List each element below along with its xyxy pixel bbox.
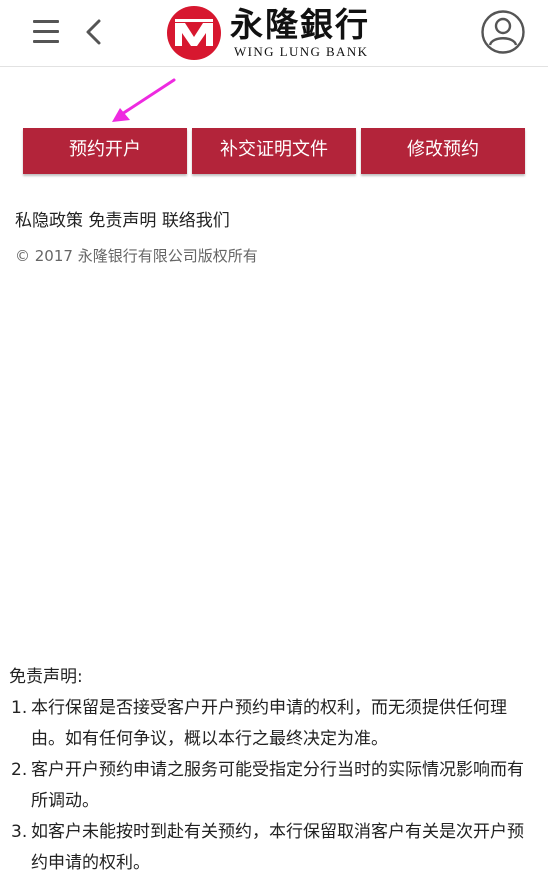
bank-name-english: WING LUNG BANK bbox=[234, 44, 369, 59]
hamburger-menu-icon[interactable] bbox=[33, 20, 59, 43]
list-number: 1. bbox=[11, 698, 28, 718]
disclaimer-link[interactable]: 免责声明 bbox=[88, 211, 156, 231]
action-button-row: 预约开户 补交证明文件 修改预约 bbox=[23, 128, 525, 174]
annotation-arrow-icon bbox=[112, 78, 176, 122]
disclaimer-item: 3. 如客户未能按时到赴有关预约，本行保留取消客户有关是次开户预约申请的权利。 bbox=[9, 817, 539, 878]
privacy-policy-link[interactable]: 私隐政策 bbox=[15, 211, 83, 231]
chevron-left-icon[interactable] bbox=[84, 18, 104, 46]
submit-documents-button[interactable]: 补交证明文件 bbox=[192, 128, 356, 174]
disclaimer-item-text: 本行保留是否接受客户开户预约申请的权利，而无须提供任何理由。如有任何争议，概以本… bbox=[31, 698, 507, 749]
app-header: 永隆銀行 WING LUNG BANK bbox=[0, 0, 548, 67]
bank-name-chinese: 永隆銀行 bbox=[230, 5, 370, 44]
disclaimer-item-text: 如客户未能按时到赴有关预约，本行保留取消客户有关是次开户预约申请的权利。 bbox=[31, 822, 524, 873]
footer-links: 私隐政策 免责声明 联络我们 bbox=[15, 206, 230, 231]
book-account-opening-button[interactable]: 预约开户 bbox=[23, 128, 187, 174]
copyright-text: © 2017 永隆银行有限公司版权所有 bbox=[15, 247, 258, 265]
list-number: 2. bbox=[11, 760, 28, 780]
list-number: 3. bbox=[11, 822, 28, 842]
disclaimer-item-text: 客户开户预约申请之服务可能受指定分行当时的实际情况影响而有所调动。 bbox=[31, 760, 524, 811]
disclaimer-title: 免责声明: bbox=[9, 667, 83, 687]
contact-us-link[interactable]: 联络我们 bbox=[162, 211, 230, 231]
user-profile-icon[interactable] bbox=[480, 9, 526, 55]
bank-emblem-icon bbox=[167, 6, 221, 60]
disclaimer-item: 1. 本行保留是否接受客户开户预约申请的权利，而无须提供任何理由。如有任何争议，… bbox=[9, 693, 539, 754]
bank-logo[interactable]: 永隆銀行 WING LUNG BANK bbox=[166, 4, 386, 62]
disclaimer-list: 1. 本行保留是否接受客户开户预约申请的权利，而无须提供任何理由。如有任何争议，… bbox=[9, 693, 539, 878]
modify-booking-button[interactable]: 修改预约 bbox=[361, 128, 525, 174]
disclaimer-item: 2. 客户开户预约申请之服务可能受指定分行当时的实际情况影响而有所调动。 bbox=[9, 755, 539, 816]
disclaimer-section: 免责声明: 1. 本行保留是否接受客户开户预约申请的权利，而无须提供任何理由。如… bbox=[9, 662, 539, 878]
